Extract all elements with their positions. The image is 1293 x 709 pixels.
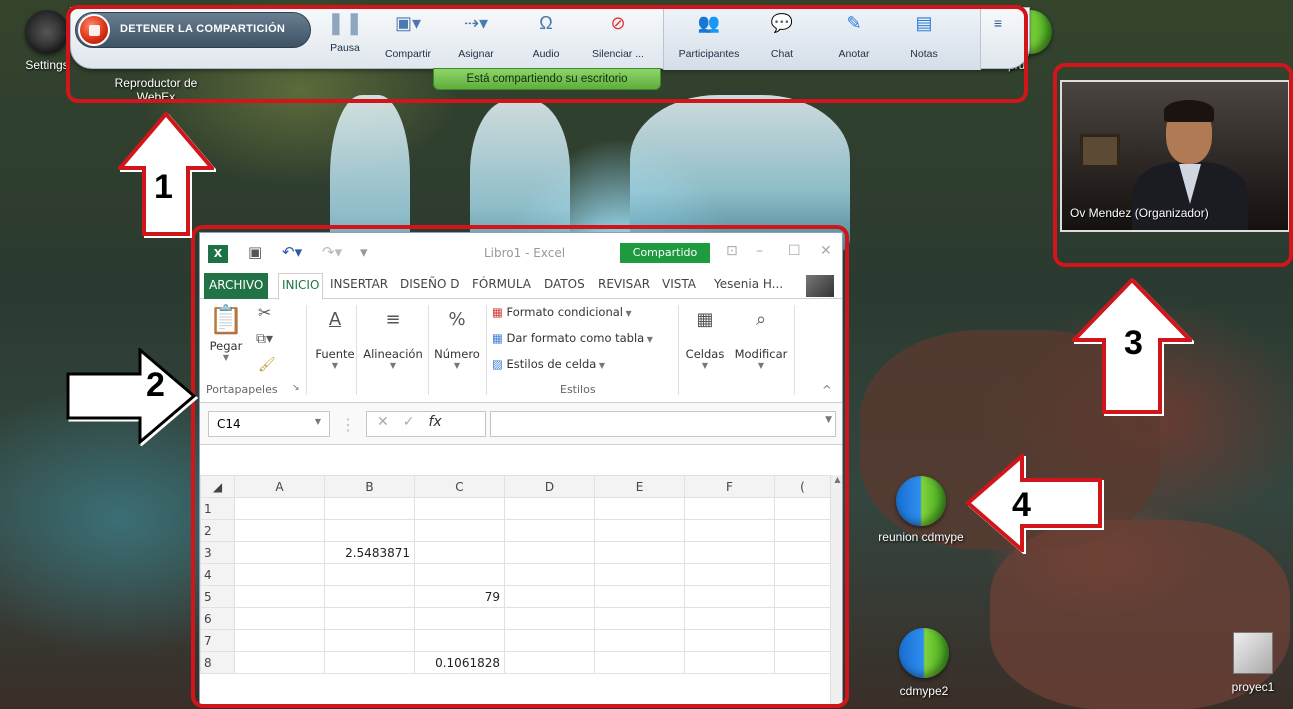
annotation-box-toolbar bbox=[66, 5, 1028, 103]
desktop-icon-label: cdmype2 bbox=[899, 684, 949, 698]
desktop-icon-label: reunion cdmype bbox=[878, 530, 964, 544]
annotation-number-2: 2 bbox=[146, 366, 165, 404]
desktop-icon-cdmype2[interactable]: cdmype2 bbox=[884, 628, 964, 698]
annotation-arrow-2 bbox=[66, 348, 196, 444]
globe-icon bbox=[899, 628, 949, 678]
desktop-icon-reunion-cdmype[interactable]: reunion cdmype bbox=[866, 476, 976, 544]
annotation-box-excel bbox=[191, 225, 849, 708]
desktop-icon-proyec1[interactable]: proyec1 bbox=[1218, 632, 1288, 694]
desktop-icon-settings[interactable]: Settings bbox=[22, 10, 72, 72]
settings-icon bbox=[25, 10, 69, 54]
globe-icon bbox=[896, 476, 946, 526]
annotation-number-3: 3 bbox=[1124, 324, 1143, 362]
annotation-number-4: 4 bbox=[1012, 486, 1031, 524]
file-icon bbox=[1233, 632, 1273, 674]
desktop-icon-label: Settings bbox=[25, 58, 69, 72]
annotation-arrow-4 bbox=[966, 454, 1102, 552]
annotation-number-1: 1 bbox=[154, 168, 173, 206]
desktop-icon-label: proyec1 bbox=[1231, 680, 1275, 694]
annotation-box-webcam bbox=[1053, 63, 1293, 267]
